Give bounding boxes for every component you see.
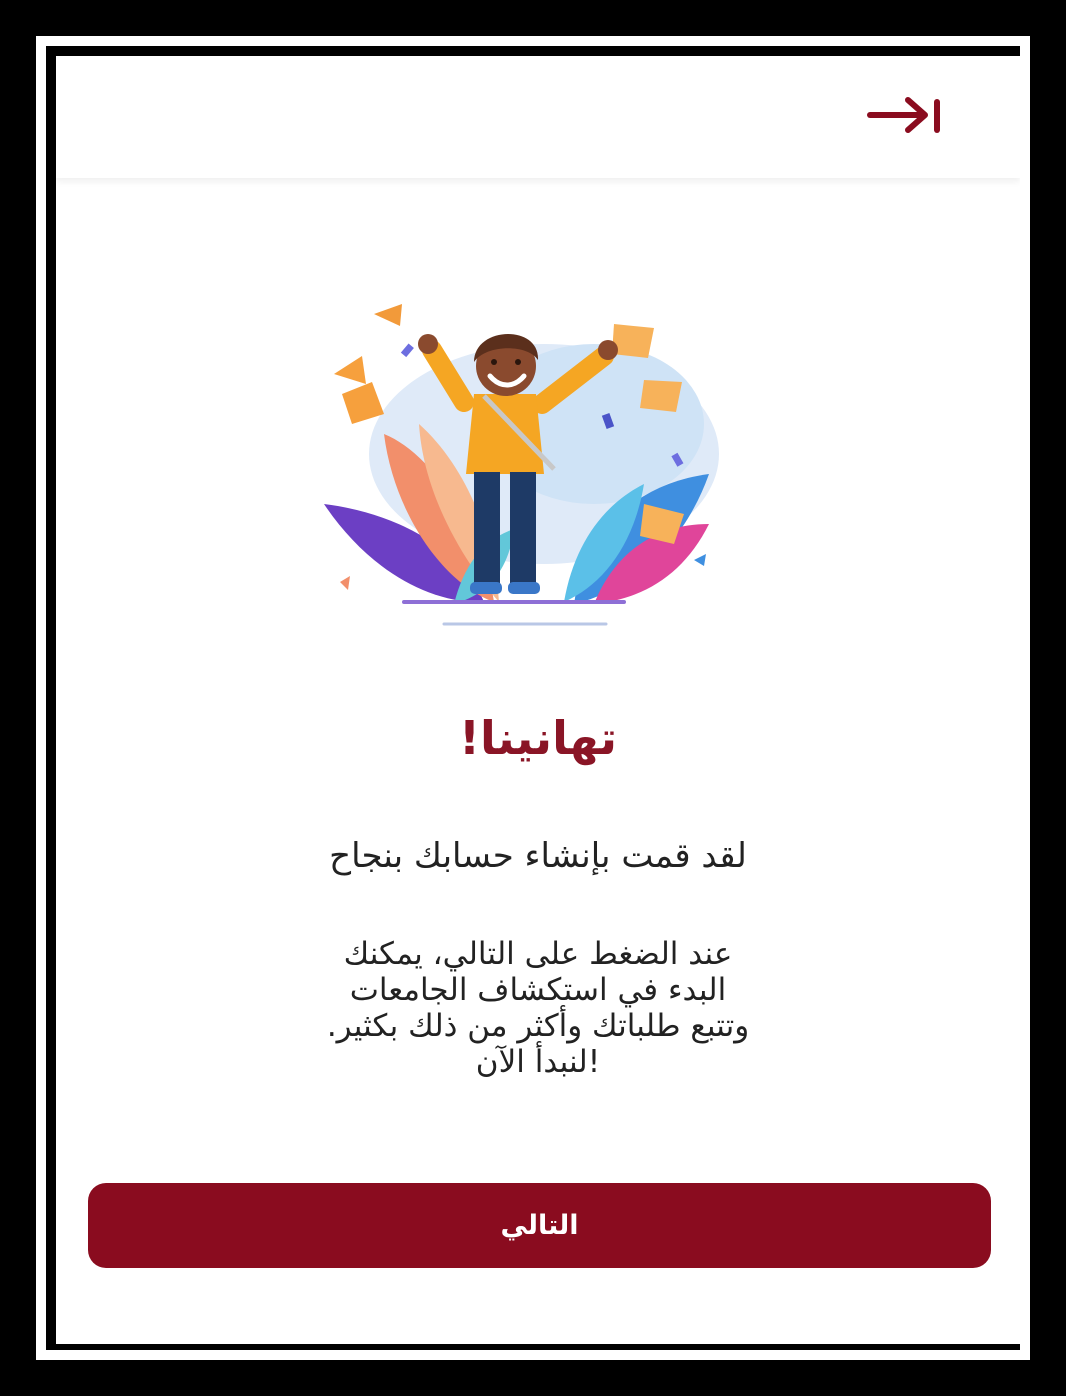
success-message: لقد قمت بإنشاء حسابك بنجاح bbox=[329, 836, 747, 876]
app-screen: تهانينا! لقد قمت بإنشاء حسابك بنجاح عند … bbox=[56, 56, 1020, 1344]
description-line: وتتبع طلباتك وأكثر من ذلك بكثير. bbox=[326, 1008, 750, 1044]
description-line: عند الضغط على التالي، يمكنك bbox=[343, 936, 733, 972]
celebrating-person-illustration bbox=[324, 304, 719, 626]
page-title: تهانينا! bbox=[459, 711, 617, 765]
next-button-label: التالي bbox=[500, 1210, 579, 1241]
top-bar bbox=[56, 56, 1020, 178]
description-line: البدء في استكشاف الجامعات bbox=[349, 972, 727, 1008]
next-button[interactable]: التالي bbox=[88, 1183, 991, 1268]
description-text: عند الضغط على التالي، يمكنك البدء في است… bbox=[188, 936, 888, 1080]
description-line: !لنبدأ الآن bbox=[475, 1044, 601, 1080]
exit-arrow-to-bar-icon bbox=[867, 97, 940, 133]
exit-button[interactable] bbox=[864, 90, 944, 140]
